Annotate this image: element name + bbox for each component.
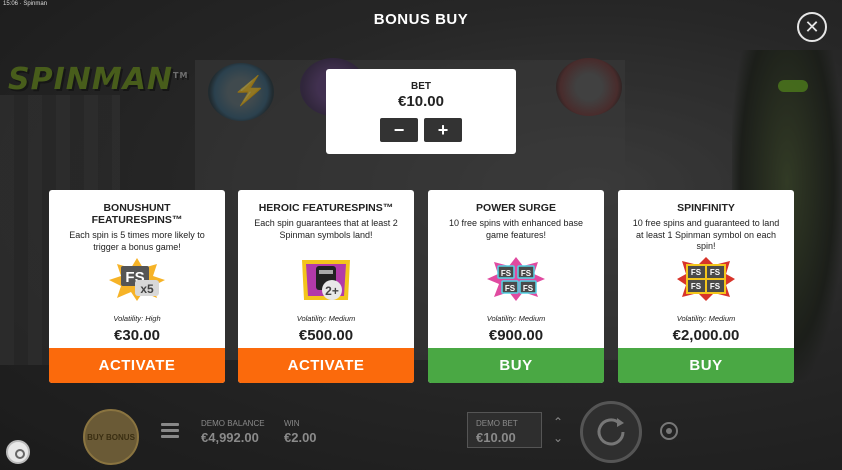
close-icon: ✕ [804,17,820,37]
balance-value: €4,992.00 [201,430,259,445]
status-clock: 15:06 · Spinman [3,1,48,7]
activate-bonushunt-button[interactable]: ACTIVATE [49,348,225,383]
card-title: SPINFINITY [677,202,735,214]
increase-bet-button[interactable]: + [424,118,462,142]
svg-text:FS: FS [523,284,534,293]
bet-selector: BET €10.00 − + [326,69,516,154]
bet-arrows-icon[interactable]: ⌃ ⌄ [553,414,563,446]
spin-icon [597,418,625,446]
card-description: 10 free spins and guaranteed to land at … [632,218,780,251]
win-value: €2.00 [284,430,317,445]
modal-title: BONUS BUY [373,11,469,28]
demo-bet-label: DEMO BET [476,419,518,428]
game-bottom-bar: BUY BONUS DEMO BALANCE €4,992.00 WIN €2.… [0,400,842,470]
price: €900.00 [488,327,544,344]
svg-text:x5: x5 [140,282,154,296]
spin-button[interactable] [580,401,642,463]
bonus-card-bonushunt: BONUSHUNT FEATURESPINS™ Each spin is 5 t… [49,190,225,383]
demo-bet-display[interactable]: DEMO BET €10.00 [467,412,542,448]
svg-text:FS: FS [710,268,721,277]
buy-bonus-button[interactable]: BUY BONUS [83,409,139,465]
price: €2,000.00 [672,327,740,344]
activate-heroic-button[interactable]: ACTIVATE [238,348,414,383]
buy-spinfinity-button[interactable]: BUY [618,348,794,383]
autoplay-icon[interactable] [660,422,678,440]
volatility-label: Volatility: Medium [296,314,356,323]
close-button[interactable]: ✕ [797,12,827,42]
price: €30.00 [114,327,160,344]
fs-burst-badge-icon: FS FS FS FS [487,257,545,301]
svg-text:2+: 2+ [325,284,339,298]
fs-x5-badge-icon: FS x5 [109,258,165,301]
svg-text:FS: FS [501,269,512,278]
win-label: WIN [284,419,300,428]
card-description: Each spin guarantees that at least 2 Spi… [254,218,398,240]
fs-grid-badge-icon: FS FS FS FS [677,257,735,301]
volatility-label: Volatility: Medium [676,314,736,323]
bet-label: BET [411,81,431,92]
svg-text:FS: FS [710,282,721,291]
price: €500.00 [298,327,354,344]
bonus-card-heroic: HEROIC FEATURESPINS™ Each spin guarantee… [238,190,414,383]
card-title: BONUSHUNT FEATURESPINS™ [91,202,183,226]
card-description: 10 free spins with enhanced base game fe… [448,218,584,240]
spinman-2plus-badge-icon: 2+ [302,260,350,300]
card-description: Each spin is 5 times more likely to trig… [69,230,205,252]
buy-power-surge-button[interactable]: BUY [428,348,604,383]
bonus-card-power-surge: POWER SURGE 10 free spins with enhanced … [428,190,604,383]
card-title: POWER SURGE [476,202,556,214]
balance-label: DEMO BALANCE [201,419,265,428]
settings-icon[interactable] [6,440,30,464]
decrease-bet-button[interactable]: − [380,118,418,142]
demo-bet-value: €10.00 [476,430,516,445]
svg-text:FS: FS [691,268,702,277]
svg-text:FS: FS [521,269,532,278]
svg-text:FS: FS [505,284,516,293]
menu-icon[interactable] [161,423,179,441]
volatility-label: Volatility: Medium [486,314,546,323]
card-title: HEROIC FEATURESPINS™ [258,202,394,214]
bonus-card-spinfinity: SPINFINITY 10 free spins and guaranteed … [618,190,794,383]
bet-value: €10.00 [398,93,444,110]
volatility-label: Volatility: High [113,314,161,323]
svg-text:FS: FS [691,282,702,291]
